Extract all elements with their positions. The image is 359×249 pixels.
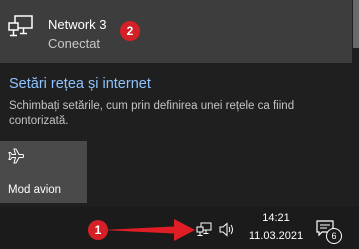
annotation-arrow xyxy=(102,219,195,241)
annotation-badge-2: 2 xyxy=(120,21,140,41)
volume-icon[interactable] xyxy=(219,222,235,237)
airplane-icon xyxy=(8,148,24,164)
network-settings-link[interactable]: Setări rețea și internet xyxy=(9,76,151,92)
clock-date[interactable]: 11.03.2021 xyxy=(245,230,307,242)
network-name: Network 3 xyxy=(48,17,107,32)
network-settings-description: Schimbați setările, cum prin definirea u… xyxy=(9,100,295,127)
clock-time[interactable]: 14:21 xyxy=(245,212,307,224)
network-item[interactable]: Network 3 Conectat xyxy=(0,0,352,63)
annotation-badge-1: 1 xyxy=(88,220,108,240)
scrollbar[interactable] xyxy=(353,0,359,48)
network-status: Conectat xyxy=(48,36,101,51)
notification-count-badge: 6 xyxy=(326,228,342,244)
airplane-mode-label: Mod avion xyxy=(8,184,62,196)
network-tray-icon[interactable] xyxy=(196,222,212,237)
ethernet-network-icon xyxy=(8,15,33,37)
airplane-mode-tile[interactable]: Mod avion xyxy=(0,141,87,203)
